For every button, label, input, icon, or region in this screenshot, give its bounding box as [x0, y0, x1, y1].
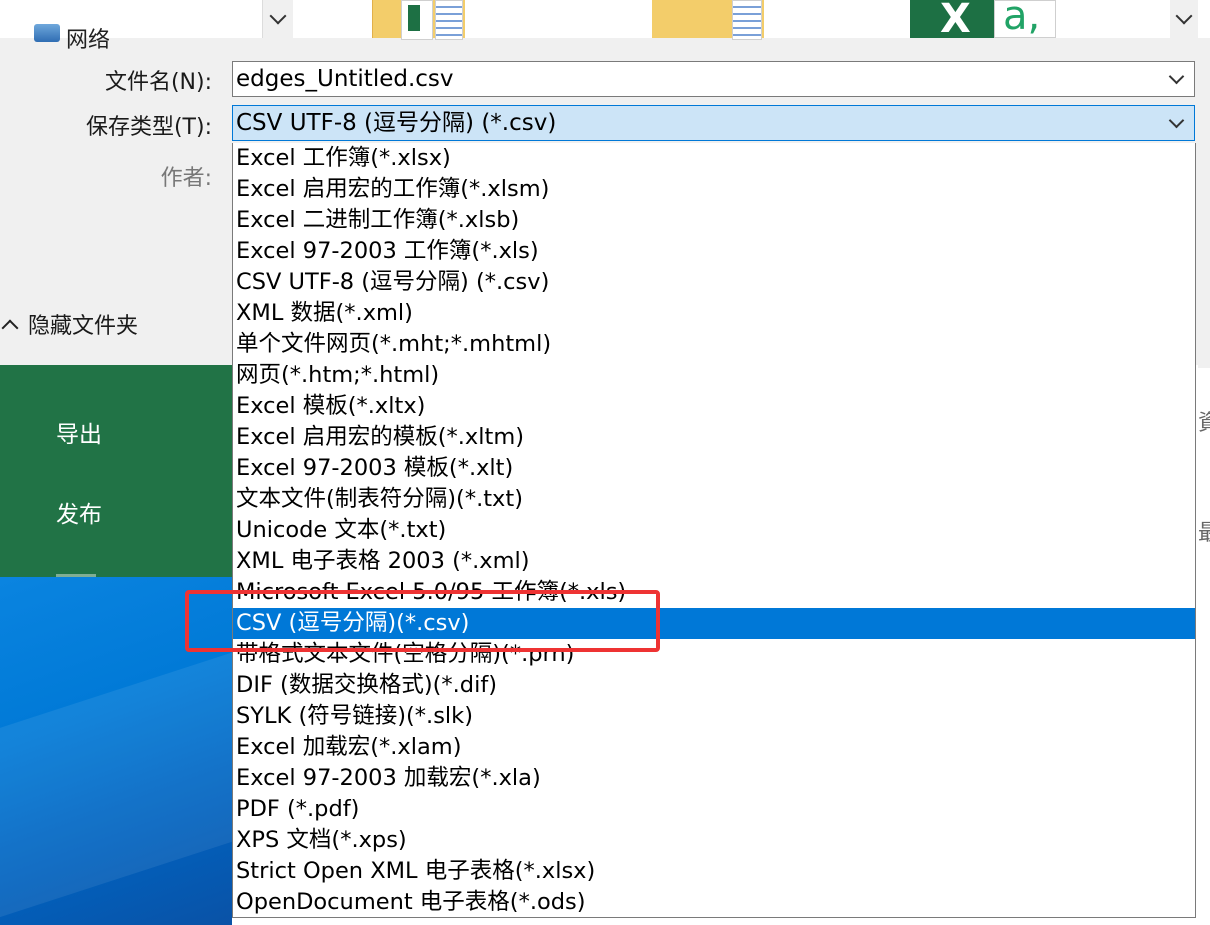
folder-thumbnail[interactable] [652, 0, 764, 40]
save-type-option[interactable]: OpenDocument 电子表格(*.ods) [233, 887, 1195, 918]
save-type-option[interactable]: Excel 97-2003 工作簿(*.xls) [233, 236, 1195, 267]
save-type-option[interactable]: Unicode 文本(*.txt) [233, 515, 1195, 546]
csv-file-thumbnail[interactable]: a, [994, 0, 1056, 38]
save-type-option[interactable]: Excel 加载宏(*.xlam) [233, 732, 1195, 763]
save-type-option[interactable]: Microsoft Excel 5.0/95 工作簿(*.xls) [233, 577, 1195, 608]
csv-thumb-text: a, [1003, 0, 1041, 38]
desktop-background [0, 577, 232, 925]
chevron-up-icon [1, 319, 19, 337]
chevron-down-icon[interactable] [1168, 112, 1185, 129]
save-type-option[interactable]: 单个文件网页(*.mht;*.mhtml) [233, 329, 1195, 360]
save-type-option[interactable]: Excel 97-2003 模板(*.xlt) [233, 453, 1195, 484]
file-name-value: edges_Untitled.csv [236, 66, 454, 92]
save-type-option[interactable]: XPS 文档(*.xps) [233, 825, 1195, 856]
save-type-option[interactable]: 网页(*.htm;*.html) [233, 360, 1195, 391]
save-type-option[interactable]: CSV (逗号分隔)(*.csv) [233, 608, 1195, 639]
save-type-option[interactable]: SYLK (符号链接)(*.slk) [233, 701, 1195, 732]
file-name-label: 文件名(N): [104, 70, 212, 95]
folder-thumbnail[interactable] [372, 0, 465, 40]
document-thumbnail-icon [435, 0, 463, 40]
chevron-down-icon [1175, 7, 1193, 25]
save-type-option[interactable]: Excel 97-2003 加载宏(*.xla) [233, 763, 1195, 794]
save-type-option[interactable]: XML 电子表格 2003 (*.xml) [233, 546, 1195, 577]
save-type-option[interactable]: Excel 模板(*.xltx) [233, 391, 1195, 422]
menu-item-publish[interactable]: 发布 [56, 495, 102, 529]
hide-folders-label: 隐藏文件夹 [28, 314, 139, 339]
nav-scroll-down-button[interactable] [262, 0, 293, 38]
save-type-option[interactable]: Excel 启用宏的工作簿(*.xlsm) [233, 174, 1195, 205]
right-edge-text: 最 [1198, 521, 1210, 546]
save-type-label: 保存类型(T): [85, 115, 212, 140]
excel-file-thumbnail[interactable]: X [910, 0, 994, 38]
save-type-option[interactable]: 带格式文本文件(空格分隔)(*.prn) [233, 639, 1195, 670]
spreadsheet-thumbnail-icon [401, 0, 433, 40]
hide-folders-button[interactable]: 隐藏文件夹 [0, 306, 138, 342]
nav-item-network[interactable]: 网络 [66, 22, 110, 54]
save-type-option[interactable]: 文本文件(制表符分隔)(*.txt) [233, 484, 1195, 515]
chevron-down-icon[interactable] [1168, 68, 1185, 85]
menu-item-partial [56, 566, 116, 577]
document-thumbnail-icon [732, 0, 762, 40]
save-type-value: CSV UTF-8 (逗号分隔) (*.csv) [236, 110, 557, 136]
right-edge-panel [1198, 38, 1210, 368]
save-type-option[interactable]: Excel 启用宏的模板(*.xltm) [233, 422, 1195, 453]
save-type-option[interactable]: Excel 工作簿(*.xlsx) [233, 143, 1195, 174]
navigation-pane[interactable]: 网络 [0, 0, 262, 53]
backstage-menu: 导出 发布 [0, 365, 232, 577]
right-edge-text: 資 [1198, 411, 1210, 436]
save-type-option[interactable]: DIF (数据交换格式)(*.dif) [233, 670, 1195, 701]
save-type-option[interactable]: Excel 二进制工作簿(*.xlsb) [233, 205, 1195, 236]
save-type-option[interactable]: PDF (*.pdf) [233, 794, 1195, 825]
save-type-option[interactable]: XML 数据(*.xml) [233, 298, 1195, 329]
excel-thumb-letter: X [940, 0, 971, 38]
author-label: 作者: [160, 166, 212, 191]
save-type-option[interactable]: Strict Open XML 电子表格(*.xlsx) [233, 856, 1195, 887]
save-type-options-list[interactable]: Excel 工作簿(*.xlsx) Excel 启用宏的工作簿(*.xlsm) Ex… [232, 143, 1196, 918]
chevron-down-icon [269, 7, 287, 25]
file-name-input[interactable]: edges_Untitled.csv [232, 61, 1195, 97]
menu-item-export[interactable]: 导出 [56, 415, 102, 449]
save-type-option[interactable]: CSV UTF-8 (逗号分隔) (*.csv) [233, 267, 1195, 298]
network-icon [34, 24, 60, 42]
save-type-select[interactable]: CSV UTF-8 (逗号分隔) (*.csv) [232, 105, 1195, 141]
file-list-scroll-down-button[interactable] [1170, 0, 1198, 38]
